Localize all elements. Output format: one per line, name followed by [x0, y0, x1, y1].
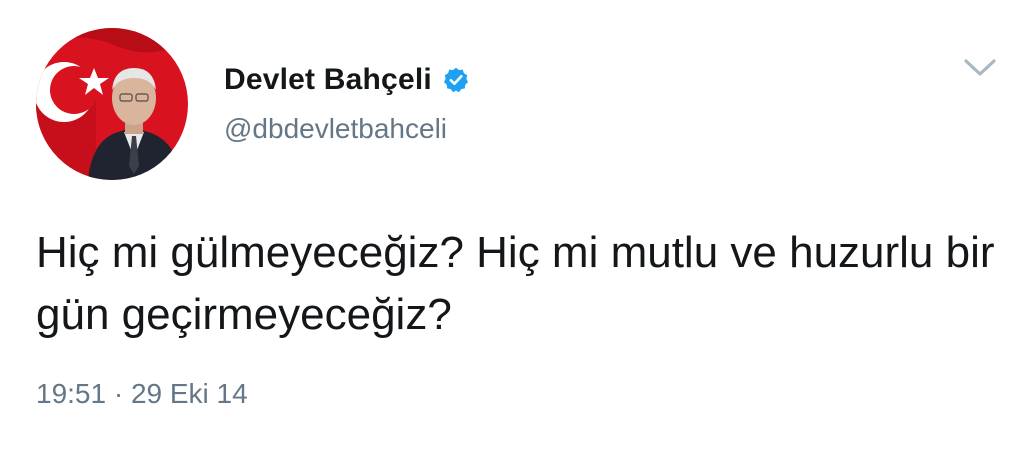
avatar[interactable]	[36, 28, 188, 180]
chevron-down-icon	[964, 59, 996, 76]
tweet-card: Devlet Bahçeli @dbdevletbahceli Hiç mi g…	[0, 0, 1024, 452]
tweet-text: Hiç mi gülmeyeceğiz? Hiç mi mutlu ve huz…	[36, 228, 995, 339]
tweet-menu-button[interactable]	[960, 52, 1000, 84]
verified-badge-icon	[442, 66, 470, 94]
user-handle[interactable]: @dbdevletbahceli	[224, 113, 447, 145]
display-name[interactable]: Devlet Bahçeli	[224, 63, 432, 97]
tweet-timestamp[interactable]: 19:51 · 29 Eki 14	[36, 378, 248, 410]
avatar-image	[36, 28, 188, 180]
author-name-row[interactable]: Devlet Bahçeli	[224, 60, 470, 100]
